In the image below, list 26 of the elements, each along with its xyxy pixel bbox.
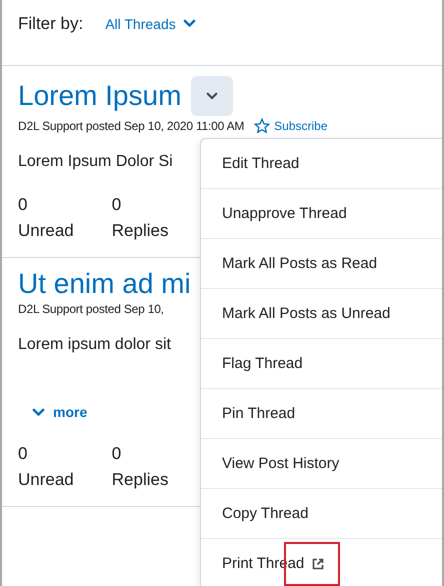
thread-title[interactable]: Lorem Ipsum [18,80,182,112]
thread-preview: Lorem ipsum dolor sit [18,336,172,354]
menu-item[interactable]: Edit Thread [201,139,442,189]
stat-label: Replies [112,470,168,490]
stat-count: 0 [112,444,122,464]
menu-item[interactable]: Flag Thread [201,339,442,389]
thread-meta: D2L Support posted Sep 10, 2020 11:00 AM [18,118,244,132]
stat-label: Replies [112,221,168,241]
stat-count: 0 [18,444,28,464]
menu-item[interactable]: Mark All Posts as Read [201,239,442,289]
stat-label: Unread [18,221,74,241]
stat-count: 0 [112,195,122,215]
filter-dropdown[interactable]: All Threads [105,16,196,32]
thread-preview: Lorem Ipsum Dolor Si [18,153,174,171]
menu-item[interactable]: Copy Thread [201,489,442,539]
menu-item[interactable]: View Post History [201,439,442,489]
filter-label: Filter by: [18,14,84,34]
thread-meta: D2L Support posted Sep 10, [18,302,164,316]
menu-item[interactable]: Mark All Posts as Unread [201,289,442,339]
stat-count: 0 [18,195,28,215]
stat-label: Unread [18,470,74,490]
menu-item[interactable]: Pin Thread [201,389,442,439]
more-button[interactable]: more [32,404,88,420]
thread-title[interactable]: Ut enim ad mi [18,268,191,300]
subscribe-link[interactable]: Subscribe [254,118,328,133]
menu-item[interactable]: Unapprove Thread [201,189,442,239]
